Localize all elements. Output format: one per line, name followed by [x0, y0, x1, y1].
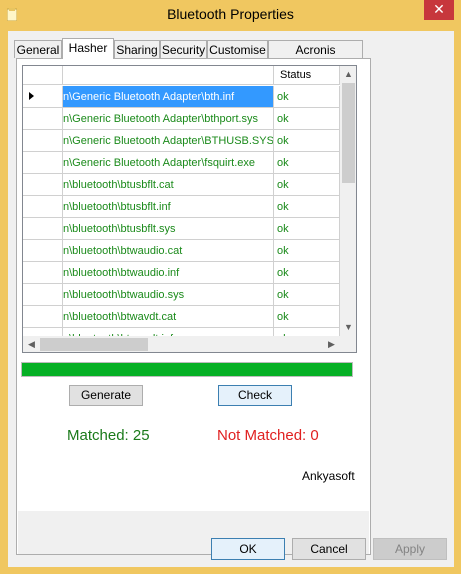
file-path-cell[interactable]: n\bluetooth\btwaudio.cat [63, 240, 274, 262]
row-header-cell[interactable] [23, 218, 63, 240]
tab-hasher[interactable]: Hasher [62, 38, 114, 59]
table-row[interactable]: n\Generic Bluetooth Adapter\fsquirt.exe o… [23, 152, 340, 174]
row-header-cell[interactable] [23, 196, 63, 218]
path-column-header[interactable] [63, 66, 274, 85]
status-cell[interactable]: ok [274, 218, 340, 240]
file-path-cell[interactable]: n\Generic Bluetooth Adapter\fsquirt.exe [63, 152, 274, 174]
status-cell[interactable]: ok [274, 130, 340, 152]
ok-button[interactable]: OK [211, 538, 285, 560]
tab-customise[interactable]: Customise [207, 40, 268, 58]
scroll-up-arrow-icon[interactable]: ▲ [340, 66, 356, 83]
status-cell[interactable]: ok [274, 86, 340, 108]
generate-button[interactable]: Generate [69, 385, 143, 406]
row-header-cell[interactable] [23, 152, 63, 174]
title-bar[interactable]: Bluetooth Properties ✕ [0, 0, 461, 30]
file-path-cell[interactable]: n\bluetooth\btwaudio.inf [63, 262, 274, 284]
status-cell[interactable]: ok [274, 152, 340, 174]
status-cell[interactable]: ok [274, 284, 340, 306]
current-row-arrow-icon [29, 92, 34, 100]
table-row[interactable]: n\bluetooth\btusbflt.cat ok [23, 174, 340, 196]
row-header-cell[interactable] [23, 130, 63, 152]
table-row[interactable]: n\bluetooth\btwaudio.cat ok [23, 240, 340, 262]
table-row[interactable]: n\Generic Bluetooth Adapter\bth.inf ok [23, 86, 340, 108]
file-path-cell[interactable]: n\bluetooth\btwavdt.cat [63, 306, 274, 328]
table-row[interactable]: n\bluetooth\btwaudio.inf ok [23, 262, 340, 284]
hasher-tab-panel: Status n\Generic Bluetooth Adapter\bth.i… [16, 58, 371, 555]
file-path-cell[interactable]: n\Generic Bluetooth Adapter\BTHUSB.SYS [63, 130, 274, 152]
row-header-cell[interactable] [23, 306, 63, 328]
tab-general[interactable]: General [14, 40, 62, 58]
properties-window: Bluetooth Properties ✕ General Hasher Sh… [0, 0, 461, 574]
check-button[interactable]: Check [218, 385, 292, 406]
status-cell[interactable]: ok [274, 262, 340, 284]
row-header-cell[interactable] [23, 174, 63, 196]
brand-label: Ankyasoft [302, 469, 355, 483]
file-path-cell[interactable]: n\bluetooth\btusbflt.cat [63, 174, 274, 196]
status-cell[interactable]: ok [274, 108, 340, 130]
file-hash-grid[interactable]: Status n\Generic Bluetooth Adapter\bth.i… [22, 65, 357, 353]
table-row[interactable]: n\bluetooth\btusbflt.inf ok [23, 196, 340, 218]
tab-acronis-recovery[interactable]: Acronis Recovery [268, 40, 363, 75]
close-button[interactable]: ✕ [424, 0, 454, 20]
status-cell[interactable]: ok [274, 174, 340, 196]
file-path-cell[interactable]: n\bluetooth\btusbflt.inf [63, 196, 274, 218]
table-row[interactable]: n\bluetooth\btusbflt.sys ok [23, 218, 340, 240]
horizontal-scrollbar[interactable]: ◀ ▶ [23, 336, 340, 352]
hash-progress-bar [21, 362, 353, 377]
status-cell[interactable]: ok [274, 196, 340, 218]
status-column-header[interactable]: Status [274, 66, 340, 85]
row-header-cell[interactable] [23, 284, 63, 306]
grid-header: Status [23, 66, 340, 86]
cancel-button[interactable]: Cancel [292, 538, 366, 560]
dialog-client: General Hasher Sharing Security Customis… [8, 31, 454, 567]
vertical-scroll-thumb[interactable] [342, 83, 355, 183]
not-matched-count: Not Matched: 0 [217, 427, 319, 444]
file-path-cell[interactable]: n\Generic Bluetooth Adapter\bthport.sys [63, 108, 274, 130]
table-row[interactable]: n\Generic Bluetooth Adapter\BTHUSB.SYS ok [23, 130, 340, 152]
file-path-cell[interactable]: n\bluetooth\btwaudio.sys [63, 284, 274, 306]
row-header-cell[interactable] [23, 240, 63, 262]
progress-fill [22, 363, 352, 376]
file-path-cell[interactable]: n\Generic Bluetooth Adapter\bth.inf [63, 86, 274, 108]
tab-sharing[interactable]: Sharing [114, 40, 160, 58]
table-row[interactable]: n\Generic Bluetooth Adapter\bthport.sys o… [23, 108, 340, 130]
row-header-cell[interactable] [23, 108, 63, 130]
vertical-scrollbar[interactable]: ▲ ▼ [340, 66, 356, 336]
apply-button[interactable]: Apply [373, 538, 447, 560]
status-cell[interactable]: ok [274, 306, 340, 328]
scrollbar-corner [340, 336, 356, 352]
scroll-down-arrow-icon[interactable]: ▼ [340, 319, 356, 336]
horizontal-scroll-thumb[interactable] [40, 338, 148, 351]
table-row[interactable]: n\bluetooth\btwaudio.sys ok [23, 284, 340, 306]
status-cell[interactable]: ok [274, 240, 340, 262]
row-header-cell[interactable] [23, 262, 63, 284]
matched-count: Matched: 25 [67, 427, 150, 444]
row-header-cell[interactable] [23, 86, 63, 108]
table-row[interactable]: n\bluetooth\btwavdt.cat ok [23, 306, 340, 328]
scroll-right-arrow-icon[interactable]: ▶ [323, 336, 340, 352]
window-title: Bluetooth Properties [167, 6, 294, 22]
file-path-cell[interactable]: n\bluetooth\btusbflt.sys [63, 218, 274, 240]
scroll-left-arrow-icon[interactable]: ◀ [23, 336, 40, 352]
row-header-column [23, 66, 63, 85]
tab-security[interactable]: Security [160, 40, 207, 58]
